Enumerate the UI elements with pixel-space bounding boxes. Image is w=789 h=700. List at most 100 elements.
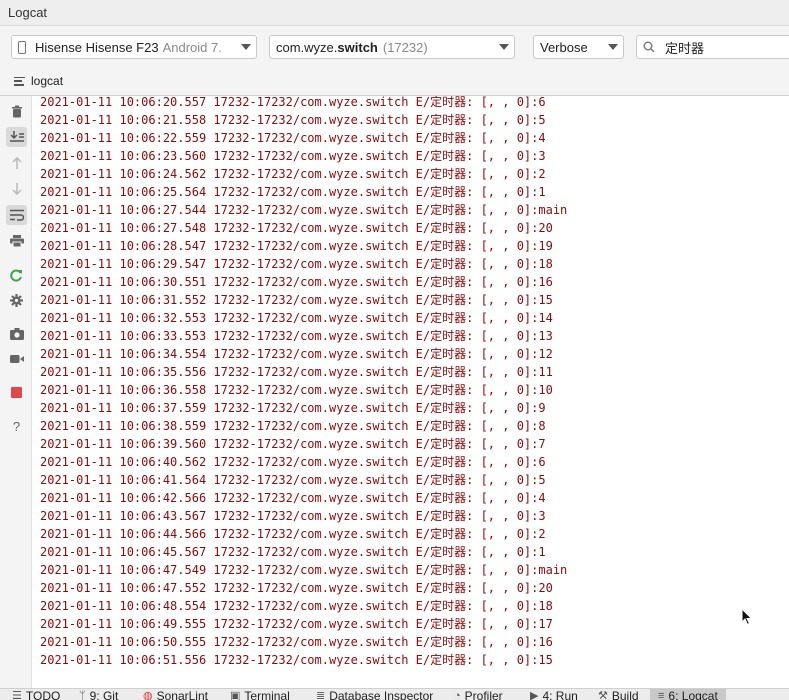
tool-tab-label: SonarLint <box>156 689 208 700</box>
log-line: 2021-01-11 10:06:38.559 17232-17232/com.… <box>40 419 546 433</box>
log-line: 2021-01-11 10:06:21.558 17232-17232/com.… <box>40 113 546 127</box>
terminal-icon: ▣ <box>230 690 241 700</box>
scroll-to-end-icon <box>9 131 24 142</box>
mouse-cursor-icon <box>741 608 753 626</box>
tool-tab-label: Profiler <box>464 689 503 700</box>
log-line: 2021-01-11 10:06:33.553 17232-17232/com.… <box>40 329 553 343</box>
tab-logcat-label: logcat <box>31 74 64 88</box>
help-button[interactable]: ? <box>6 416 27 436</box>
log-line: 2021-01-11 10:06:50.555 17232-17232/com.… <box>40 635 553 649</box>
process-package-prefix: com.wyze. <box>276 39 338 55</box>
tool-tab-git[interactable]: ᛘ 9: Git <box>79 689 118 700</box>
screen-record-button[interactable] <box>6 349 27 369</box>
print-button[interactable] <box>6 231 27 251</box>
chevron-down-icon <box>241 44 251 50</box>
soft-wrap-button[interactable] <box>6 205 27 225</box>
log-line: 2021-01-11 10:06:37.559 17232-17232/com.… <box>40 401 546 415</box>
up-arrow-icon <box>11 157 22 169</box>
logcat-sidebar: ? <box>0 96 32 688</box>
git-icon: ᛘ <box>79 690 86 700</box>
search-box <box>636 35 789 59</box>
down-the-stack-button[interactable] <box>6 179 27 199</box>
process-selector[interactable]: com.wyze. switch (17232) <box>269 35 515 59</box>
chevron-down-icon <box>499 44 509 50</box>
log-line: 2021-01-11 10:06:42.566 17232-17232/com.… <box>40 491 546 505</box>
log-line: 2021-01-11 10:06:49.555 17232-17232/com.… <box>40 617 553 631</box>
screen-record-icon <box>9 355 24 363</box>
log-line: 2021-01-11 10:06:23.560 17232-17232/com.… <box>40 149 546 163</box>
log-line: 2021-01-11 10:06:22.559 17232-17232/com.… <box>40 131 546 145</box>
log-line: 2021-01-11 10:06:32.553 17232-17232/com.… <box>40 311 553 325</box>
restart-button[interactable] <box>6 265 27 285</box>
screenshot-icon <box>9 328 24 340</box>
soft-wrap-icon <box>9 209 24 221</box>
logcat-tab-bar: logcat <box>0 68 789 96</box>
window-title: Logcat <box>8 5 48 20</box>
log-line: 2021-01-11 10:06:25.564 17232-17232/com.… <box>40 185 546 199</box>
tool-tab-sonarlint[interactable]: ◍ SonarLint <box>143 689 208 700</box>
log-line: 2021-01-11 10:06:31.552 17232-17232/com.… <box>40 293 553 307</box>
tool-tab-label: 9: Git <box>89 689 119 700</box>
log-line: 2021-01-11 10:06:47.552 17232-17232/com.… <box>40 581 553 595</box>
scroll-to-end-button[interactable] <box>6 127 27 147</box>
tool-tab-terminal[interactable]: ▣ Terminal <box>230 689 290 700</box>
log-line: 2021-01-11 10:06:29.547 17232-17232/com.… <box>40 257 553 271</box>
log-line: 2021-01-11 10:06:27.544 17232-17232/com.… <box>40 203 568 217</box>
sonarlint-icon: ◍ <box>143 690 153 700</box>
stop-icon <box>11 386 22 398</box>
log-line: 2021-01-11 10:06:51.556 17232-17232/com.… <box>40 653 553 667</box>
tool-tab-label: 4: Run <box>542 689 578 700</box>
logcat-lines-icon <box>14 76 25 86</box>
log-line: 2021-01-11 10:06:43.567 17232-17232/com.… <box>40 509 546 523</box>
process-pid: (17232) <box>382 39 428 55</box>
logcat-settings-button[interactable] <box>6 290 27 310</box>
log-line: 2021-01-11 10:06:35.556 17232-17232/com.… <box>40 365 553 379</box>
log-line: 2021-01-11 10:06:44.566 17232-17232/com.… <box>40 527 546 541</box>
profiler-icon: ◔ <box>454 690 461 700</box>
log-line: 2021-01-11 10:06:27.548 17232-17232/com.… <box>40 221 553 235</box>
device-selector[interactable]: Hisense Hisense F23 Android 7. <box>11 35 257 59</box>
logcat-output[interactable]: 2021-01-11 10:06:20.557 17232-17232/com.… <box>33 96 789 688</box>
restart-icon <box>10 269 22 281</box>
down-arrow-icon <box>11 183 22 195</box>
log-line: 2021-01-11 10:06:20.557 17232-17232/com.… <box>40 96 546 109</box>
chevron-down-icon <box>608 44 618 50</box>
tool-tab-label: Database Inspector <box>329 689 434 700</box>
search-input[interactable] <box>665 38 785 56</box>
tool-window-bar: ☰ TODO ᛘ 9: Git ◍ SonarLint ▣ Terminal ≣ Data… <box>0 688 789 700</box>
tab-logcat[interactable]: logcat <box>14 74 63 88</box>
log-line: 2021-01-11 10:06:28.547 17232-17232/com.… <box>40 239 553 253</box>
trash-icon <box>11 105 22 117</box>
build-icon: ⚒ <box>598 690 608 700</box>
tool-tab-database-inspector[interactable]: ≣ Database Inspector <box>316 689 433 700</box>
database-icon: ≣ <box>316 690 326 700</box>
phone-icon <box>18 40 26 54</box>
tool-tab-todo[interactable]: ☰ TODO <box>12 689 60 700</box>
tool-tab-build[interactable]: ⚒ Build <box>598 689 639 700</box>
logcat-toolbar: Hisense Hisense F23 Android 7. com.wyze.… <box>0 26 789 68</box>
log-line: 2021-01-11 10:06:40.562 17232-17232/com.… <box>40 455 546 469</box>
log-line: 2021-01-11 10:06:30.551 17232-17232/com.… <box>40 275 553 289</box>
tool-tab-logcat[interactable]: ≡ 6: Logcat <box>650 689 726 700</box>
stop-button[interactable] <box>6 382 27 402</box>
up-the-stack-button[interactable] <box>6 153 27 173</box>
clear-logcat-button[interactable] <box>6 101 27 121</box>
log-line: 2021-01-11 10:06:39.560 17232-17232/com.… <box>40 437 546 451</box>
process-package-name: switch <box>337 39 378 55</box>
log-line: 2021-01-11 10:06:48.554 17232-17232/com.… <box>40 599 553 613</box>
device-name: Hisense Hisense F23 <box>35 39 159 55</box>
tool-tab-label: Build <box>611 689 639 700</box>
tool-tab-profiler[interactable]: ◔ Profiler <box>454 689 503 700</box>
tool-tab-run[interactable]: ▶ 4: Run <box>530 689 578 700</box>
log-line: 2021-01-11 10:06:34.554 17232-17232/com.… <box>40 347 553 361</box>
log-line: 2021-01-11 10:06:41.564 17232-17232/com.… <box>40 473 546 487</box>
log-line: 2021-01-11 10:06:47.549 17232-17232/com.… <box>40 563 568 577</box>
log-level-selector[interactable]: Verbose <box>533 35 624 59</box>
help-icon: ? <box>12 418 21 434</box>
list-icon: ☰ <box>12 690 22 700</box>
tool-tab-label: 6: Logcat <box>668 689 718 700</box>
print-icon <box>9 235 24 247</box>
screen-capture-button[interactable] <box>6 324 27 344</box>
search-icon[interactable] <box>643 41 655 53</box>
run-icon: ▶ <box>530 690 539 700</box>
